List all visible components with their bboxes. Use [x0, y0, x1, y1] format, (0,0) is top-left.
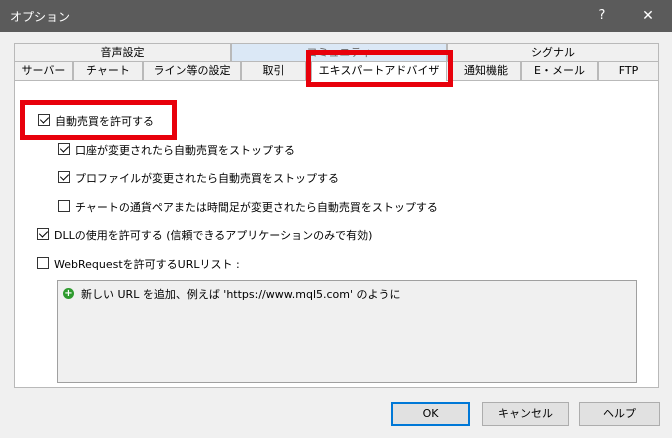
allow-webrequest-checkbox[interactable]	[37, 257, 49, 269]
help-button[interactable]: ヘルプ	[579, 402, 660, 426]
window-title: オプション	[10, 10, 71, 24]
tab-objects[interactable]: ライン等の設定	[143, 61, 241, 80]
add-url-hint[interactable]: 新しい URL を追加、例えば 'https://www.mql5.com' の…	[81, 286, 401, 302]
tab-trade[interactable]: 取引	[241, 61, 306, 80]
tab-email[interactable]: E・メール	[521, 61, 598, 80]
title-bar: オプション ? ✕	[0, 0, 672, 32]
tab-server[interactable]: サーバー	[14, 61, 73, 80]
disable-on-account-change-checkbox[interactable]	[58, 143, 70, 155]
close-icon[interactable]: ✕	[624, 0, 672, 32]
url-list[interactable]: + 新しい URL を追加、例えば 'https://www.mql5.com'…	[57, 280, 637, 383]
tab-notifications[interactable]: 通知機能	[451, 61, 521, 80]
disable-on-profile-change-label[interactable]: プロファイルが変更されたら自動売買をストップする	[75, 170, 339, 186]
cancel-button[interactable]: キャンセル	[482, 402, 569, 426]
disable-on-symbol-change-checkbox[interactable]	[58, 200, 70, 212]
allow-dll-label[interactable]: DLLの使用を許可する (信頼できるアプリケーションのみで有効)	[54, 227, 372, 243]
tab-highlight-box	[306, 50, 453, 87]
tab-signals[interactable]: シグナル	[447, 43, 659, 62]
allow-dll-checkbox[interactable]	[37, 228, 49, 240]
help-icon[interactable]: ?	[580, 0, 624, 32]
tab-chart[interactable]: チャート	[73, 61, 143, 80]
auto-trading-highlight-box	[20, 100, 177, 140]
tab-sound[interactable]: 音声設定	[14, 43, 231, 62]
disable-on-symbol-change-label[interactable]: チャートの通貨ペアまたは時間足が変更されたら自動売買をストップする	[75, 199, 438, 215]
add-icon[interactable]: +	[63, 288, 74, 299]
disable-on-account-change-label[interactable]: 口座が変更されたら自動売買をストップする	[75, 142, 295, 158]
ok-button[interactable]: OK	[391, 402, 470, 426]
disable-on-profile-change-checkbox[interactable]	[58, 171, 70, 183]
tab-ftp[interactable]: FTP	[598, 61, 659, 80]
allow-webrequest-label[interactable]: WebRequestを許可するURLリスト :	[54, 256, 240, 272]
